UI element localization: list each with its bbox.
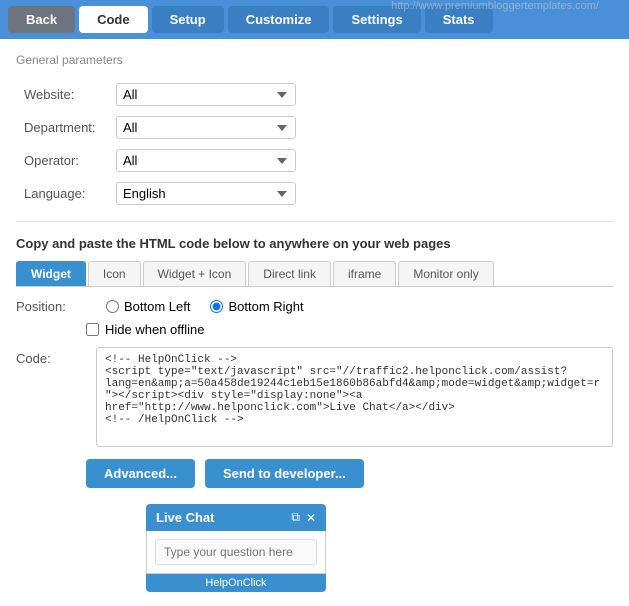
- hide-offline-row: Hide when offline: [86, 322, 613, 337]
- tab-icon[interactable]: Icon: [88, 261, 141, 286]
- divider: [16, 221, 613, 222]
- back-button[interactable]: Back: [8, 6, 75, 33]
- language-row: Language: English: [18, 178, 611, 209]
- department-label: Department:: [18, 112, 108, 143]
- position-row: Position: Bottom Left Bottom Right http:…: [16, 299, 613, 314]
- setup-tab-button[interactable]: Setup: [152, 6, 224, 33]
- customize-tab-button[interactable]: Customize: [228, 6, 330, 33]
- website-select[interactable]: All: [116, 83, 296, 106]
- copy-instruction: Copy and paste the HTML code below to an…: [16, 236, 613, 251]
- bottom-right-radio[interactable]: [210, 300, 223, 313]
- hide-offline-checkbox[interactable]: [86, 323, 99, 336]
- language-label: Language:: [18, 178, 108, 209]
- website-row: Website: All: [18, 79, 611, 110]
- bottom-left-option[interactable]: Bottom Left: [106, 299, 190, 314]
- bottom-right-option[interactable]: Bottom Right: [210, 299, 303, 314]
- widget-header: Live Chat ⧉ ✕: [146, 504, 326, 531]
- widget-title: Live Chat: [156, 510, 215, 525]
- department-select[interactable]: All: [116, 116, 296, 139]
- tab-bar: Widget Icon Widget + Icon Direct link if…: [16, 261, 613, 287]
- section-title: General parameters: [16, 53, 613, 67]
- code-row: Code:: [16, 347, 613, 447]
- code-label: Code:: [16, 347, 86, 447]
- operator-select[interactable]: All: [116, 149, 296, 172]
- top-nav: Back Code Setup Customize Settings Stats: [0, 0, 629, 39]
- widget-external-icon-button[interactable]: ⧉: [291, 510, 300, 525]
- operator-row: Operator: All: [18, 145, 611, 176]
- tab-iframe[interactable]: iframe: [333, 261, 396, 286]
- params-table: Website: All Department: All Operator: A…: [16, 77, 613, 211]
- widget-input[interactable]: [155, 539, 317, 565]
- tab-direct-link[interactable]: Direct link: [248, 261, 331, 286]
- advanced-button[interactable]: Advanced...: [86, 459, 195, 488]
- widget-body: [146, 531, 326, 574]
- operator-label: Operator:: [18, 145, 108, 176]
- tab-widget[interactable]: Widget: [16, 261, 86, 286]
- settings-tab-button[interactable]: Settings: [333, 6, 420, 33]
- department-row: Department: All: [18, 112, 611, 143]
- code-tab-button[interactable]: Code: [79, 6, 148, 33]
- position-radio-group: Bottom Left Bottom Right: [106, 299, 304, 314]
- bottom-right-label: Bottom Right: [228, 299, 303, 314]
- bottom-left-radio[interactable]: [106, 300, 119, 313]
- bottom-left-label: Bottom Left: [124, 299, 190, 314]
- widget-preview: Live Chat ⧉ ✕ HelpOnClick: [146, 504, 326, 592]
- send-developer-button[interactable]: Send to developer...: [205, 459, 364, 488]
- tab-widget-icon[interactable]: Widget + Icon: [143, 261, 247, 286]
- widget-footer: HelpOnClick: [146, 574, 326, 592]
- button-row: Advanced... Send to developer...: [86, 459, 613, 488]
- website-label: Website:: [18, 79, 108, 110]
- content-area: General parameters Website: All Departme…: [0, 39, 629, 606]
- widget-close-button[interactable]: ✕: [306, 511, 316, 525]
- widget-header-icons: ⧉ ✕: [291, 510, 316, 525]
- tab-monitor-only[interactable]: Monitor only: [398, 261, 493, 286]
- code-textarea[interactable]: [96, 347, 613, 447]
- stats-tab-button[interactable]: Stats: [425, 6, 493, 33]
- hide-offline-label: Hide when offline: [105, 322, 205, 337]
- language-select[interactable]: English: [116, 182, 296, 205]
- position-label: Position:: [16, 299, 86, 314]
